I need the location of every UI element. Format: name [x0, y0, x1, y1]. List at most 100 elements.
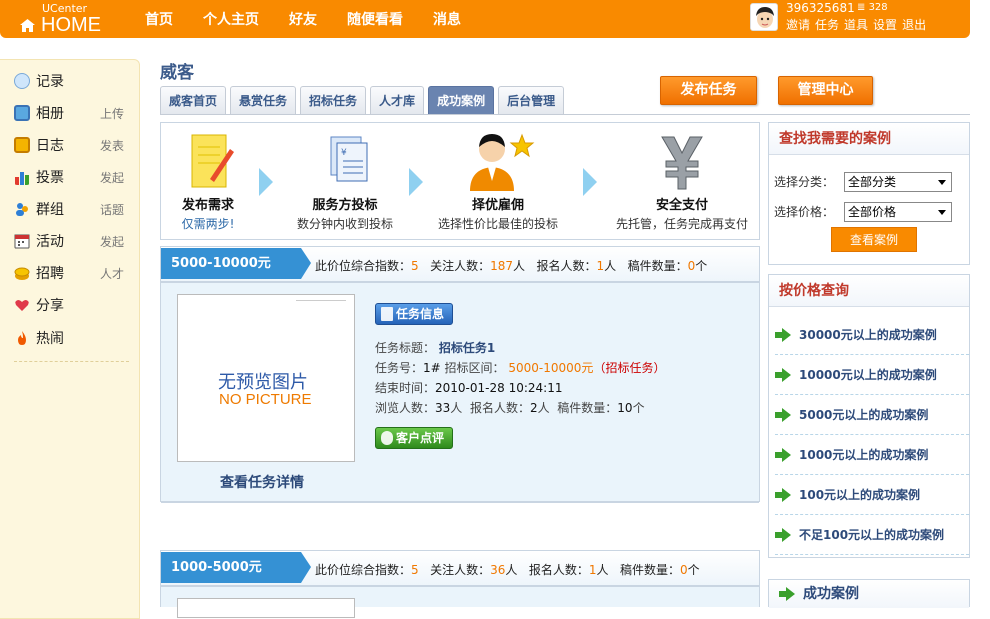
step-subtitle: 数分钟内收到投标 — [296, 217, 393, 231]
step-title: 安全支付 — [655, 198, 708, 213]
speech-bubble-icon — [381, 431, 393, 445]
task-number-row: 任务号：1# 招标区间： 5000-10000元（招标任务） — [375, 359, 665, 376]
arrow-right-icon — [775, 527, 791, 542]
tab-weike-home[interactable]: 威客首页 — [160, 86, 227, 114]
photo-icon — [14, 105, 30, 121]
sidebar-item-album[interactable]: 相册 上传 — [14, 101, 134, 125]
tab-talent[interactable]: 人才库 — [370, 86, 425, 114]
house-icon — [20, 19, 35, 32]
category-select[interactable]: 全部分类 — [844, 172, 952, 192]
user-links: 邀请 任务 道具 设置 退出 — [786, 16, 931, 33]
tab-reward-tasks[interactable]: 悬赏任务 — [230, 86, 297, 114]
unit: 人 — [450, 401, 463, 415]
task-title[interactable]: 招标任务1 — [439, 341, 495, 355]
sidebar-item-label: 群组 — [36, 202, 64, 218]
view-task-detail-link[interactable]: 查看任务详情 — [220, 472, 304, 492]
link-props[interactable]: 道具 — [844, 18, 868, 32]
sidebar-item-topic[interactable]: 话题 — [100, 201, 124, 218]
find-cases-box: 查找我需要的案例 选择分类： 全部分类 选择价格： 全部价格 查看案例 — [768, 122, 970, 265]
price-query-title: 按价格查询 — [769, 275, 969, 307]
nav-home[interactable]: 首页 — [145, 9, 173, 29]
link-tasks[interactable]: 任务 — [815, 18, 839, 32]
price-stats: 此价位综合指数：5 关注人数：36人 报名人数：1人 稿件数量：0个 — [315, 561, 700, 578]
arrow-right-icon — [775, 367, 791, 382]
no-picture-text: NO PICTURE — [219, 391, 312, 408]
sidebar-item-group[interactable]: 群组 话题 — [14, 197, 134, 221]
success-cases-label: 成功案例 — [803, 586, 859, 602]
notebook-icon — [14, 137, 30, 153]
top-bar: UCenter HOME 首页 个人主页 好友 随便看看 消息 39632568… — [0, 0, 970, 38]
task-drafts: 10 — [617, 401, 633, 415]
chevron-right-icon — [259, 168, 273, 196]
price-query-box: 按价格查询 30000元以上的成功案例 10000元以上的成功案例 5000元以… — [768, 274, 970, 558]
chevron-right-icon — [409, 168, 423, 196]
sidebar-item-blog[interactable]: 日志 发表 — [14, 133, 134, 157]
stat-label: 关注人数： — [430, 259, 491, 273]
label: 任务号： — [375, 361, 424, 375]
manage-center-button[interactable]: 管理中心 — [778, 76, 873, 105]
sidebar-item-post[interactable]: 发表 — [100, 137, 124, 154]
nav-friends[interactable]: 好友 — [289, 9, 317, 29]
price-link-10000[interactable]: 10000元以上的成功案例 — [775, 355, 969, 395]
link-invite[interactable]: 邀请 — [786, 18, 810, 32]
logo[interactable]: UCenter HOME — [20, 3, 101, 35]
sidebar-item-record[interactable]: 记录 — [14, 69, 134, 93]
sidebar-item-upload[interactable]: 上传 — [100, 105, 124, 122]
nav-messages[interactable]: 消息 — [433, 9, 461, 29]
price-section-header: 1000-5000元 此价位综合指数：5 关注人数：36人 报名人数：1人 稿件… — [160, 550, 760, 586]
yen-icon — [661, 136, 703, 190]
tab-admin[interactable]: 后台管理 — [498, 86, 565, 114]
nav-profile[interactable]: 个人主页 — [203, 9, 259, 29]
success-cases-box: 成功案例 — [768, 579, 970, 608]
step-title: 服务方投标 — [312, 198, 378, 213]
stat-followers: 36 — [490, 563, 506, 577]
arrow-right-icon — [775, 487, 791, 502]
logo-line2: HOME — [41, 14, 101, 36]
publish-task-button[interactable]: 发布任务 — [660, 76, 757, 105]
avatar[interactable] — [750, 3, 778, 31]
group-icon — [16, 203, 28, 216]
case-panel-footer — [161, 502, 759, 544]
stat-signups: 1 — [596, 259, 605, 273]
price-link-label: 1000元以上的成功案例 — [799, 448, 929, 462]
price-link-label: 不足100元以上的成功案例 — [799, 528, 945, 542]
task-info-button[interactable]: 任务信息 — [375, 303, 454, 325]
task-thumbnail[interactable] — [177, 598, 355, 618]
unit: 个 — [632, 401, 645, 415]
client-review-button[interactable]: 客户点评 — [375, 427, 454, 449]
price-link-1000[interactable]: 1000元以上的成功案例 — [775, 435, 969, 475]
sidebar-item-talent[interactable]: 人才 — [100, 265, 124, 282]
task-type[interactable]: 招标任务 — [605, 361, 653, 375]
nav-browse[interactable]: 随便看看 — [347, 9, 403, 29]
link-settings[interactable]: 设置 — [873, 18, 897, 32]
price-link-under-100[interactable]: 不足100元以上的成功案例 — [775, 515, 969, 555]
tab-bid-tasks[interactable]: 招标任务 — [300, 86, 367, 114]
sidebar-item-start-poll[interactable]: 发起 — [100, 169, 124, 186]
task-thumbnail[interactable]: 无预览图片 NO PICTURE — [177, 294, 355, 462]
sidebar-item-poll[interactable]: 投票 发起 — [14, 165, 134, 189]
success-cases-title[interactable]: 成功案例 — [769, 580, 969, 608]
link-logout[interactable]: 退出 — [902, 18, 926, 32]
sidebar-item-start-event[interactable]: 发起 — [100, 233, 124, 250]
unit: 人 — [537, 401, 550, 415]
coin-icon: ≣ — [857, 2, 869, 13]
price-link-100[interactable]: 100元以上的成功案例 — [775, 475, 969, 515]
sidebar-item-event[interactable]: 活动 发起 — [14, 229, 134, 253]
main-nav: 首页 个人主页 好友 随便看看 消息 — [145, 9, 491, 29]
case-panel — [160, 586, 760, 618]
price-select[interactable]: 全部价格 — [844, 202, 952, 222]
price-link-label: 10000元以上的成功案例 — [799, 368, 937, 382]
sidebar-item-share[interactable]: 分享 — [14, 293, 134, 317]
step-hire: 择优雇佣 选择性价比最佳的投标 — [433, 123, 563, 232]
page-title: 威客 — [160, 63, 194, 83]
tab-success-cases[interactable]: 成功案例 — [428, 86, 495, 114]
sidebar-item-recruit[interactable]: 招聘 人才 — [14, 261, 134, 285]
price-link-label: 100元以上的成功案例 — [799, 488, 921, 502]
sidebar: 记录 相册 上传 日志 发表 投票 发起 群组 话题 活动 发起 招聘 人才 分享 热闹 — [0, 59, 140, 619]
task-number: 1# — [423, 361, 441, 375]
view-cases-button[interactable]: 查看案例 — [831, 227, 917, 252]
price-link-30000[interactable]: 30000元以上的成功案例 — [775, 315, 969, 355]
sidebar-item-hot[interactable]: 热闹 — [14, 326, 134, 350]
price-link-5000[interactable]: 5000元以上的成功案例 — [775, 395, 969, 435]
user-id[interactable]: 396325681 — [786, 1, 855, 15]
